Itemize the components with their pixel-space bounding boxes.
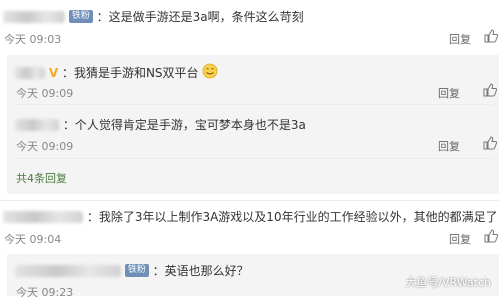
reply-text: ：个人觉得肯定是手游，宝可梦本身也不是3a <box>62 118 306 132</box>
username-blurred[interactable] <box>15 118 59 131</box>
comment-time: 今天 09:03 <box>4 33 62 46</box>
divider <box>15 104 493 105</box>
reply-text: ：英语也那么好？ <box>152 264 249 278</box>
fan-badge: 铁粉 <box>68 10 93 23</box>
username-blurred[interactable] <box>3 210 83 223</box>
thumbs-up-icon[interactable] <box>483 136 498 153</box>
username-blurred[interactable] <box>15 264 121 277</box>
reply-button[interactable]: 回复 <box>438 85 460 101</box>
reply-3-header: 铁粉 ：英语也那么好？ <box>15 262 249 279</box>
reply-1-header: V ：我猜是手游和NS双平台 <box>15 63 218 82</box>
smile-emoji-icon <box>202 63 218 82</box>
reply-time: 今天 09:23 <box>16 286 74 299</box>
reply-2-header: ：个人觉得肯定是手游，宝可梦本身也不是3a <box>15 116 306 133</box>
reply-text: ：我猜是手游和NS双平台 <box>61 66 199 80</box>
comment-2-header: ：我除了3年以上制作3A游戏以及10年行业的工作经验以外，其他的都满足了 <box>3 208 498 225</box>
comment-time: 今天 09:04 <box>4 233 62 246</box>
reply-button[interactable]: 回复 <box>438 138 460 154</box>
reply-button[interactable]: 回复 <box>449 231 471 247</box>
fan-badge: 铁粉 <box>124 264 149 277</box>
username-blurred[interactable] <box>3 10 65 23</box>
reply-button[interactable]: 回复 <box>449 31 471 47</box>
username-blurred[interactable] <box>15 66 45 79</box>
verified-v-icon: V <box>48 65 59 80</box>
thumbs-up-icon[interactable] <box>484 29 499 46</box>
comment-text: ：这是做手游还是3a啊，条件这么苛刻 <box>96 10 304 24</box>
thumbs-up-icon[interactable] <box>484 229 499 246</box>
more-replies-link[interactable]: 共4条回复 <box>16 170 67 186</box>
thumbs-up-icon[interactable] <box>483 83 498 100</box>
divider <box>15 158 493 159</box>
reply-time: 今天 09:09 <box>16 140 74 153</box>
divider <box>0 200 499 201</box>
reply-time: 今天 09:09 <box>16 87 74 100</box>
watermark: 大鱼号/VRWatch <box>405 276 491 289</box>
comment-1-header: 铁粉 ：这是做手游还是3a啊，条件这么苛刻 <box>3 8 304 25</box>
comment-text: ：我除了3年以上制作3A游戏以及10年行业的工作经验以外，其他的都满足了 <box>86 210 498 224</box>
